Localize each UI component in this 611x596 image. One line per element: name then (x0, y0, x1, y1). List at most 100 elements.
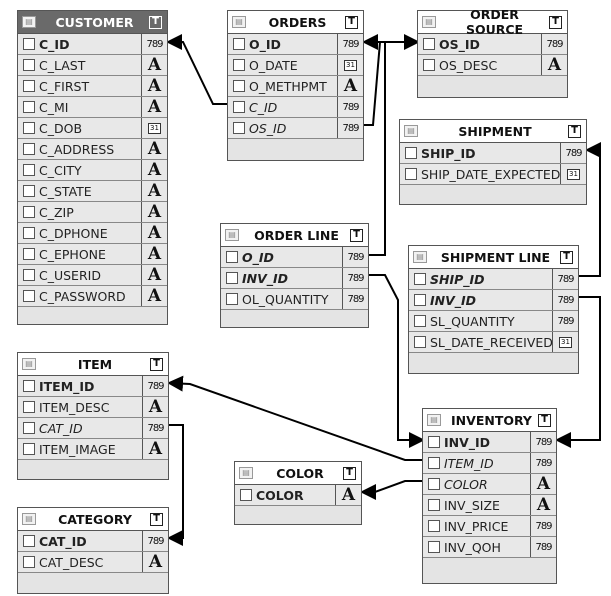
table-order-line[interactable]: ▤ ORDER LINE T O_ID 789 INV_ID 789 OL_QUAN… (220, 223, 369, 328)
column-checkbox[interactable] (23, 164, 35, 176)
column-row[interactable]: C_PASSWORD A (18, 286, 167, 307)
table-header[interactable]: ▤ ORDER SOURCE T (418, 7, 567, 37)
column-checkbox[interactable] (23, 380, 35, 392)
column-checkbox[interactable] (226, 272, 238, 284)
column-checkbox[interactable] (23, 59, 35, 71)
table-header[interactable]: ▤ CUSTOMER T (18, 11, 167, 34)
column-row[interactable]: INV_ID 789 (423, 432, 556, 453)
rel-orders-ordersource[interactable] (363, 34, 420, 126)
table-header[interactable]: ▤ ORDERS T (228, 11, 363, 34)
table-category[interactable]: ▤ CATEGORY T CAT_ID 789 CAT_DESC A (17, 507, 169, 594)
column-row[interactable]: ITEM_ID 789 (18, 376, 168, 397)
column-row[interactable]: SL_DATE_RECEIVED 31 (409, 332, 578, 353)
table-item[interactable]: ▤ ITEM T ITEM_ID 789 ITEM_DESC A CAT_ID 789… (17, 352, 169, 480)
column-row[interactable]: CAT_DESC A (18, 552, 168, 573)
table-inventory[interactable]: ▤ INVENTORY T INV_ID 789 ITEM_ID 789 COLOR… (422, 408, 557, 584)
table-orders[interactable]: ▤ ORDERS T O_ID 789 O_DATE 31 O_METHPMT A C… (227, 10, 364, 161)
column-row[interactable]: C_LAST A (18, 55, 167, 76)
column-row[interactable]: C_MI A (18, 97, 167, 118)
table-shipment[interactable]: ▤ SHIPMENT T SHIP_ID 789 SHIP_DATE_EXPECT… (399, 119, 587, 205)
column-checkbox[interactable] (226, 293, 238, 305)
column-checkbox[interactable] (428, 499, 440, 511)
column-row[interactable]: OL_QUANTITY 789 (221, 289, 368, 310)
column-row[interactable]: OS_ID 789 (228, 118, 363, 139)
column-checkbox[interactable] (23, 101, 35, 113)
column-checkbox[interactable] (233, 101, 245, 113)
column-checkbox[interactable] (233, 122, 245, 134)
column-row[interactable]: C_EPHONE A (18, 244, 167, 265)
column-row[interactable]: SHIP_DATE_EXPECTED 31 (400, 164, 586, 185)
column-checkbox[interactable] (414, 273, 426, 285)
column-row[interactable]: INV_ID 789 (409, 290, 578, 311)
column-row[interactable]: O_DATE 31 (228, 55, 363, 76)
column-checkbox[interactable] (423, 59, 435, 71)
column-checkbox[interactable] (405, 147, 417, 159)
column-row[interactable]: OS_DESC A (418, 55, 567, 76)
column-checkbox[interactable] (428, 520, 440, 532)
column-checkbox[interactable] (240, 489, 252, 501)
table-shipment-line[interactable]: ▤ SHIPMENT LINE T SHIP_ID 789 INV_ID 789 S… (408, 245, 579, 374)
column-row[interactable]: O_ID 789 (221, 247, 368, 268)
table-header[interactable]: ▤ INVENTORY T (423, 409, 556, 432)
column-checkbox[interactable] (428, 457, 440, 469)
column-checkbox[interactable] (23, 269, 35, 281)
column-checkbox[interactable] (23, 422, 35, 434)
column-checkbox[interactable] (428, 541, 440, 553)
rel-inventory-item[interactable] (167, 375, 422, 461)
column-row[interactable]: COLOR A (235, 485, 361, 506)
column-row[interactable]: O_METHPMT A (228, 76, 363, 97)
column-checkbox[interactable] (23, 185, 35, 197)
column-checkbox[interactable] (23, 443, 35, 455)
column-row[interactable]: INV_PRICE 789 (423, 516, 556, 537)
column-row[interactable]: C_ID 789 (18, 34, 167, 55)
column-row[interactable]: C_STATE A (18, 181, 167, 202)
column-checkbox[interactable] (23, 556, 35, 568)
column-checkbox[interactable] (428, 436, 440, 448)
column-row[interactable]: CAT_ID 789 (18, 531, 168, 552)
rel-inventory-color[interactable] (360, 480, 422, 500)
column-checkbox[interactable] (423, 38, 435, 50)
column-checkbox[interactable] (233, 80, 245, 92)
table-header[interactable]: ▤ COLOR T (235, 462, 361, 485)
column-checkbox[interactable] (233, 59, 245, 71)
column-row[interactable]: C_ADDRESS A (18, 139, 167, 160)
column-row[interactable]: COLOR A (423, 474, 556, 495)
table-order-source[interactable]: ▤ ORDER SOURCE T OS_ID 789 OS_DESC A (417, 7, 568, 98)
column-checkbox[interactable] (414, 336, 426, 348)
column-checkbox[interactable] (405, 168, 417, 180)
rel-orders-customer[interactable] (166, 34, 227, 105)
table-header[interactable]: ▤ ORDER LINE T (221, 224, 368, 247)
column-checkbox[interactable] (414, 294, 426, 306)
column-row[interactable]: ITEM_ID 789 (423, 453, 556, 474)
column-row[interactable]: C_DPHONE A (18, 223, 167, 244)
column-checkbox[interactable] (414, 315, 426, 327)
column-row[interactable]: C_FIRST A (18, 76, 167, 97)
column-row[interactable]: SHIP_ID 789 (409, 269, 578, 290)
column-row[interactable]: ITEM_DESC A (18, 397, 168, 418)
column-row[interactable]: SL_QUANTITY 789 (409, 311, 578, 332)
table-color[interactable]: ▤ COLOR T COLOR A (234, 461, 362, 525)
column-checkbox[interactable] (23, 80, 35, 92)
column-checkbox[interactable] (23, 290, 35, 302)
column-checkbox[interactable] (23, 227, 35, 239)
column-row[interactable]: INV_QOH 789 (423, 537, 556, 558)
column-row[interactable]: SHIP_ID 789 (400, 143, 586, 164)
column-checkbox[interactable] (23, 143, 35, 155)
column-row[interactable]: O_ID 789 (228, 34, 363, 55)
column-row[interactable]: C_USERID A (18, 265, 167, 286)
column-row[interactable]: C_CITY A (18, 160, 167, 181)
rel-item-category[interactable] (167, 424, 184, 546)
table-customer[interactable]: ▤ CUSTOMER T C_ID 789 C_LAST A C_FIRST A C_… (17, 10, 168, 325)
column-row[interactable]: ITEM_IMAGE A (18, 439, 168, 460)
column-checkbox[interactable] (23, 122, 35, 134)
column-row[interactable]: INV_ID 789 (221, 268, 368, 289)
column-checkbox[interactable] (23, 401, 35, 413)
table-header[interactable]: ▤ CATEGORY T (18, 508, 168, 531)
column-row[interactable]: INV_SIZE A (423, 495, 556, 516)
column-checkbox[interactable] (226, 251, 238, 263)
column-row[interactable]: C_ZIP A (18, 202, 167, 223)
column-row[interactable]: C_DOB 31 (18, 118, 167, 139)
column-row[interactable]: C_ID 789 (228, 97, 363, 118)
column-checkbox[interactable] (233, 38, 245, 50)
column-row[interactable]: CAT_ID 789 (18, 418, 168, 439)
